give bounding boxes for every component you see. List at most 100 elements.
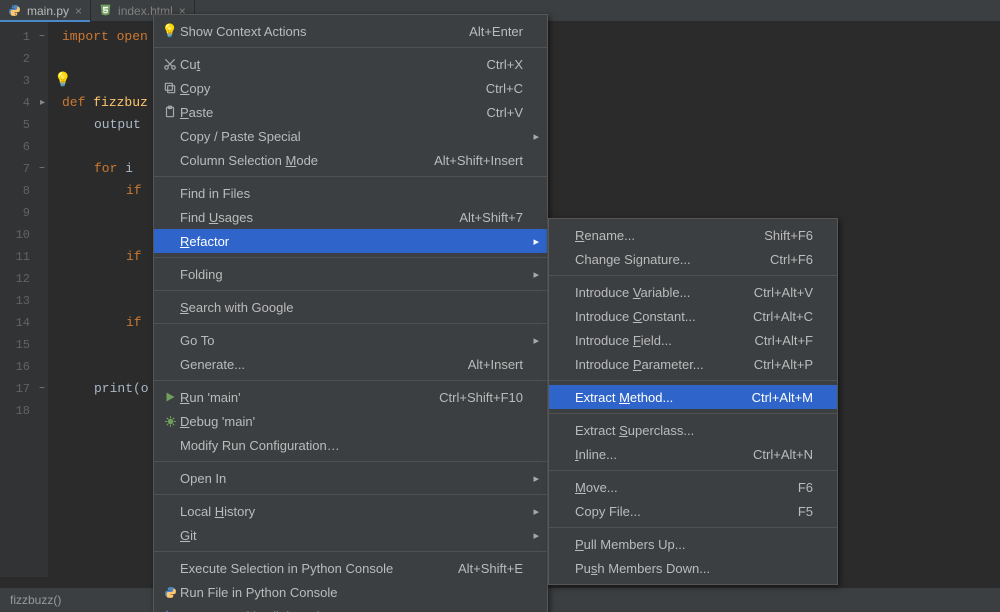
refactor-menu-item-extract-method[interactable]: Extract Method...Ctrl+Alt+M bbox=[549, 385, 837, 409]
context-menu-item-find-usages[interactable]: Find Usages Alt+Shift+7 bbox=[154, 205, 547, 229]
menu-item-label: Introduce Field... bbox=[575, 333, 672, 348]
context-menu-item-run-file-in-python-console[interactable]: Run File in Python Console bbox=[154, 580, 547, 604]
context-menu-item-column-selection-mode[interactable]: Column Selection ModeAlt+Shift+Insert bbox=[154, 148, 547, 172]
gutter-line: 16 bbox=[0, 356, 48, 378]
refactor-menu-item-rename[interactable]: Rename...Shift+F6 bbox=[549, 223, 837, 247]
menu-item-label: Find Usages bbox=[180, 210, 253, 225]
menu-item-label: Extract Method... bbox=[575, 390, 673, 405]
fold-icon[interactable]: − bbox=[39, 32, 45, 43]
gutter-line: 6 bbox=[0, 136, 48, 158]
context-menu-item-generate[interactable]: Generate...Alt+Insert bbox=[154, 352, 547, 376]
menu-item-label: Move... bbox=[575, 480, 618, 495]
menu-item-shortcut: Ctrl+V bbox=[487, 105, 523, 120]
gutter-line: 2 bbox=[0, 48, 48, 70]
context-menu-item-run-main[interactable]: Run 'main'Ctrl+Shift+F10 bbox=[154, 385, 547, 409]
menu-separator bbox=[154, 494, 547, 495]
context-menu-item-modify-run-configuration[interactable]: Modify Run Configuration… bbox=[154, 433, 547, 457]
menu-item-label: Push Members Down... bbox=[575, 561, 710, 576]
menu-separator bbox=[549, 470, 837, 471]
copy-icon bbox=[160, 81, 180, 95]
gutter-line: 1− bbox=[0, 26, 48, 48]
fold-icon[interactable]: − bbox=[39, 164, 45, 175]
chevron-right-icon: ▸ bbox=[533, 505, 539, 518]
fold-icon[interactable]: ▸ bbox=[40, 97, 45, 109]
menu-item-label: Run 'main' bbox=[180, 390, 241, 405]
context-menu-item-paste[interactable]: Paste Ctrl+V bbox=[154, 100, 547, 124]
context-menu-item-local-history[interactable]: Local History▸ bbox=[154, 499, 547, 523]
menu-item-shortcut: F5 bbox=[798, 504, 813, 519]
tab-main-py[interactable]: main.py × bbox=[0, 0, 91, 22]
context-menu-item-debug-main[interactable]: Debug 'main' bbox=[154, 409, 547, 433]
menu-item-label: Introduce Variable... bbox=[575, 285, 690, 300]
gutter-line: 15 bbox=[0, 334, 48, 356]
refactor-menu-item-introduce-field[interactable]: Introduce Field... Ctrl+Alt+F bbox=[549, 328, 837, 352]
menu-item-shortcut: Ctrl+X bbox=[487, 57, 523, 72]
refactor-menu-item-push-members-down[interactable]: Push Members Down... bbox=[549, 556, 837, 580]
menu-separator bbox=[154, 551, 547, 552]
menu-item-label: Git bbox=[180, 528, 197, 543]
menu-separator bbox=[154, 323, 547, 324]
context-menu-item-copy-paste-special[interactable]: Copy / Paste Special▸ bbox=[154, 124, 547, 148]
bulb-icon: 💡 bbox=[160, 23, 180, 39]
menu-item-label: Generate... bbox=[180, 357, 245, 372]
context-menu-item-cut[interactable]: CutCtrl+X bbox=[154, 52, 547, 76]
html-file-icon bbox=[99, 3, 112, 19]
fold-icon[interactable]: − bbox=[39, 384, 45, 395]
gutter-line: 7− bbox=[0, 158, 48, 180]
context-menu-item-find-in-files[interactable]: Find in Files bbox=[154, 181, 547, 205]
refactor-menu-item-pull-members-up[interactable]: Pull Members Up... bbox=[549, 532, 837, 556]
context-menu-item-refactor[interactable]: Refactor▸ bbox=[154, 229, 547, 253]
gutter-line: 12 bbox=[0, 268, 48, 290]
gutter-line: 11 bbox=[0, 246, 48, 268]
gutter-line: 3 bbox=[0, 70, 48, 92]
context-menu-item-go-to[interactable]: Go To▸ bbox=[154, 328, 547, 352]
context-menu-item-folding[interactable]: Folding▸ bbox=[154, 262, 547, 286]
context-menu-item-search-with-google[interactable]: Search with Google bbox=[154, 295, 547, 319]
gutter-line: 8 bbox=[0, 180, 48, 202]
menu-separator bbox=[549, 275, 837, 276]
context-menu-item-compare-with-clipboard[interactable]: Compare with Clipboard bbox=[154, 604, 547, 612]
context-menu-item-git[interactable]: Git ▸ bbox=[154, 523, 547, 547]
gutter-line: 5 bbox=[0, 114, 48, 136]
menu-separator bbox=[154, 380, 547, 381]
context-menu: 💡Show Context ActionsAlt+EnterCutCtrl+XC… bbox=[153, 14, 548, 612]
menu-item-label: Inline... bbox=[575, 447, 617, 462]
refactor-menu-item-introduce-constant[interactable]: Introduce Constant... Ctrl+Alt+C bbox=[549, 304, 837, 328]
breadcrumb[interactable]: fizzbuzz() bbox=[10, 593, 61, 607]
bulb-icon[interactable]: 💡 bbox=[54, 70, 71, 92]
refactor-menu-item-introduce-variable[interactable]: Introduce Variable...Ctrl+Alt+V bbox=[549, 280, 837, 304]
menu-separator bbox=[549, 527, 837, 528]
menu-item-label: Column Selection Mode bbox=[180, 153, 318, 168]
context-menu-item-open-in[interactable]: Open In▸ bbox=[154, 466, 547, 490]
menu-item-label: Introduce Constant... bbox=[575, 309, 696, 324]
context-menu-item-copy[interactable]: CopyCtrl+C bbox=[154, 76, 547, 100]
gutter-line: 17− bbox=[0, 378, 48, 400]
menu-item-label: Paste bbox=[180, 105, 213, 120]
menu-item-shortcut: Ctrl+Alt+F bbox=[754, 333, 813, 348]
context-menu-item-execute-selection-in-python-console[interactable]: Execute Selection in Python ConsoleAlt+S… bbox=[154, 556, 547, 580]
menu-separator bbox=[549, 380, 837, 381]
menu-separator bbox=[154, 47, 547, 48]
gutter-line: 9 bbox=[0, 202, 48, 224]
menu-item-shortcut: Ctrl+Alt+C bbox=[753, 309, 813, 324]
context-menu-item-show-context-actions[interactable]: 💡Show Context ActionsAlt+Enter bbox=[154, 19, 547, 43]
menu-item-label: Debug 'main' bbox=[180, 414, 255, 429]
menu-item-label: Modify Run Configuration… bbox=[180, 438, 340, 453]
refactor-menu-item-move[interactable]: Move...F6 bbox=[549, 475, 837, 499]
menu-item-shortcut: Alt+Shift+7 bbox=[459, 210, 523, 225]
menu-item-label: Refactor bbox=[180, 234, 229, 249]
refactor-menu-item-change-signature[interactable]: Change Signature...Ctrl+F6 bbox=[549, 247, 837, 271]
gutter: 1−234▸567−891011121314151617−18 bbox=[0, 22, 48, 577]
refactor-menu-item-extract-superclass[interactable]: Extract Superclass... bbox=[549, 418, 837, 442]
chevron-right-icon: ▸ bbox=[533, 529, 539, 542]
refactor-menu-item-introduce-parameter[interactable]: Introduce Parameter...Ctrl+Alt+P bbox=[549, 352, 837, 376]
menu-item-label: Copy bbox=[180, 81, 210, 96]
menu-item-label: Go To bbox=[180, 333, 214, 348]
chevron-right-icon: ▸ bbox=[533, 268, 539, 281]
menu-item-label: Run File in Python Console bbox=[180, 585, 338, 600]
python-file-icon bbox=[8, 4, 21, 17]
menu-item-label: Pull Members Up... bbox=[575, 537, 686, 552]
refactor-menu-item-inline[interactable]: Inline...Ctrl+Alt+N bbox=[549, 442, 837, 466]
close-icon[interactable]: × bbox=[75, 5, 82, 17]
refactor-menu-item-copy-file[interactable]: Copy File...F5 bbox=[549, 499, 837, 523]
